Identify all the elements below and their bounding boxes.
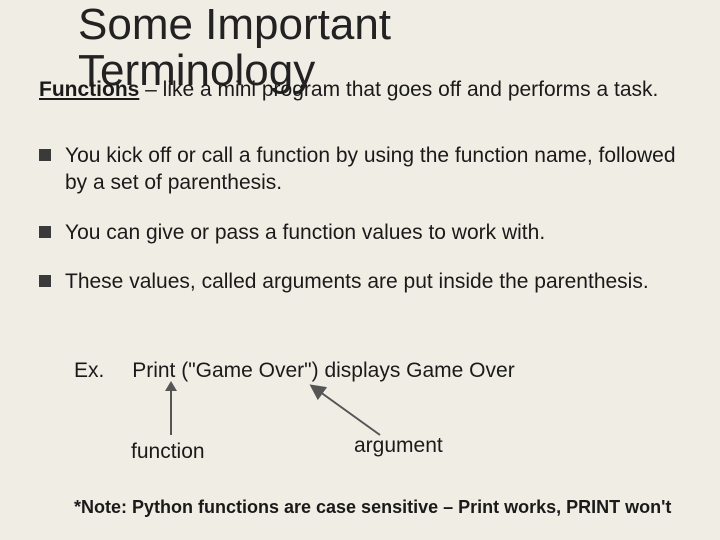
bullet-icon — [39, 226, 51, 238]
bullet-text: You kick off or call a function by using… — [65, 142, 679, 197]
example-line: Ex. Print ("Game Over") displays Game Ov… — [74, 359, 515, 383]
list-item: You kick off or call a function by using… — [39, 142, 679, 197]
bullet-list: You kick off or call a function by using… — [39, 142, 679, 317]
intro-line: Functions – like a mini program that goe… — [39, 76, 679, 103]
example-label: Ex. — [74, 359, 104, 383]
list-item: You can give or pass a function values t… — [39, 219, 679, 246]
footnote: *Note: Python functions are case sensiti… — [74, 497, 694, 518]
bullet-text: These values, called arguments are put i… — [65, 268, 649, 295]
bullet-icon — [39, 149, 51, 161]
bullet-text: You can give or pass a function values t… — [65, 219, 545, 246]
list-item: These values, called arguments are put i… — [39, 268, 679, 295]
example-code: Print ("Game Over") displays Game Over — [132, 359, 515, 382]
label-argument: argument — [354, 434, 443, 458]
label-function: function — [131, 440, 205, 464]
annotation-labels: function argument — [0, 440, 720, 490]
bullet-icon — [39, 275, 51, 287]
intro-rest: – like a mini program that goes off and … — [139, 78, 658, 101]
term-functions: Functions — [39, 78, 139, 101]
